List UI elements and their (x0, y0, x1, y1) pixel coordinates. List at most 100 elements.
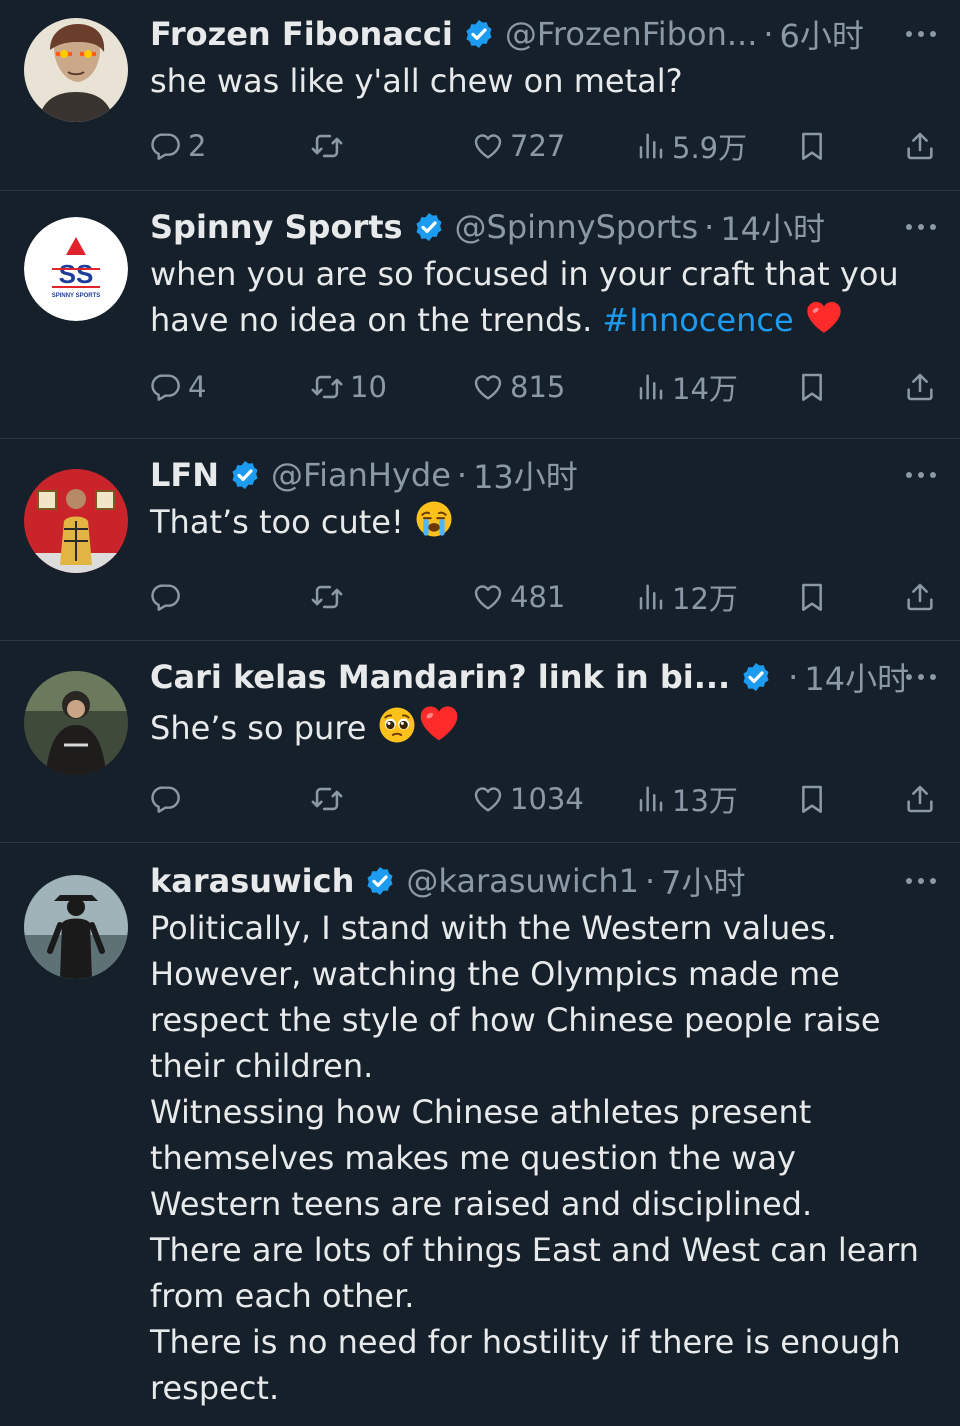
tweet-paragraph: There is no need for hostility if there … (150, 1323, 901, 1407)
reply-icon (150, 371, 182, 403)
retweet-icon (310, 782, 344, 816)
verified-badge-icon (740, 661, 772, 693)
tweet-text: she was like y'all chew on metal? (150, 62, 683, 100)
tweet-header: LFN @FianHyde · 13小时 (150, 453, 936, 497)
retweet-icon (310, 370, 344, 404)
username[interactable]: @FrozenFibon... (505, 15, 758, 53)
timestamp[interactable]: 6小时 (780, 11, 864, 57)
display-name[interactable]: Cari kelas Mandarin? link in bi... (150, 658, 730, 696)
red-heart-emoji (417, 701, 461, 745)
tweet-text: She’s so pure (150, 701, 936, 751)
timestamp[interactable]: 13小时 (473, 452, 578, 498)
verified-badge-icon (229, 459, 261, 491)
verified-badge-icon (364, 865, 396, 897)
tweet-header: Spinny Sports @SpinnySports · 14小时 (150, 205, 936, 249)
avatar[interactable] (24, 469, 128, 573)
bookmark-button[interactable] (796, 779, 828, 819)
retweet-button[interactable]: 10 (310, 367, 387, 407)
share-icon (904, 130, 936, 162)
view-count: 13万 (672, 784, 738, 818)
tweet-actions: 2 727 5.9万 (150, 126, 936, 166)
username[interactable]: @SpinnySports (455, 208, 699, 246)
more-icon[interactable] (906, 655, 936, 699)
bookmark-icon (796, 130, 828, 162)
share-button[interactable] (904, 779, 936, 819)
bookmark-button[interactable] (796, 367, 828, 407)
reply-button[interactable] (150, 577, 188, 617)
timestamp[interactable]: 14小时 (720, 204, 825, 250)
username[interactable]: @FianHyde (271, 456, 451, 494)
username[interactable]: @karasuwich1 (406, 862, 639, 900)
timestamp[interactable]: 7小时 (661, 858, 745, 904)
avatar[interactable] (24, 875, 128, 979)
reply-button[interactable]: 2 (150, 126, 206, 166)
views-button[interactable]: 5.9万 (636, 126, 747, 166)
view-count: 12万 (672, 582, 738, 616)
more-icon[interactable] (906, 859, 936, 903)
retweet-icon (310, 580, 344, 614)
bookmark-icon (796, 581, 828, 613)
avatar[interactable] (24, 671, 128, 775)
more-icon[interactable] (906, 12, 936, 56)
like-button[interactable]: 727 (472, 126, 565, 166)
like-count: 1034 (510, 782, 584, 816)
tweet-paragraph: There are lots of things East and West c… (150, 1231, 919, 1315)
tweet[interactable]: SS SPINNY SPORTS Spinny Sports @SpinnySp… (0, 191, 960, 439)
like-button[interactable]: 481 (472, 577, 565, 617)
logo-text: SS (59, 259, 94, 289)
avatar[interactable]: SS SPINNY SPORTS (24, 217, 128, 321)
reply-button[interactable] (150, 779, 188, 819)
like-button[interactable]: 815 (472, 367, 565, 407)
display-name[interactable]: LFN (150, 456, 219, 494)
tweet-text-main: She’s so pure (150, 709, 367, 747)
pleading-face-emoji (377, 705, 417, 745)
verified-badge-icon (463, 18, 495, 50)
bookmark-button[interactable] (796, 126, 828, 166)
tweet-actions: 4 10 815 14万 (150, 367, 936, 407)
red-heart-emoji (804, 297, 844, 337)
tweet-header: Frozen Fibonacci @FrozenFibon... · 6小时 (150, 12, 936, 56)
more-icon[interactable] (906, 205, 936, 249)
reply-count: 2 (188, 129, 207, 163)
verified-badge-icon (413, 211, 445, 243)
tweet[interactable]: LFN @FianHyde · 13小时 That’s too cute! 48… (0, 439, 960, 641)
reply-icon (150, 783, 182, 815)
tweet[interactable]: karasuwich @karasuwich1 · 7小时 Politicall… (0, 843, 960, 1426)
bookmark-button[interactable] (796, 577, 828, 617)
like-count: 481 (510, 580, 566, 614)
display-name[interactable]: karasuwich (150, 862, 354, 900)
reply-icon (150, 581, 182, 613)
separator-dot: · (456, 456, 468, 494)
retweet-button[interactable] (310, 779, 350, 819)
views-button[interactable]: 14万 (636, 367, 738, 407)
reply-button[interactable]: 4 (150, 367, 206, 407)
retweet-button[interactable] (310, 577, 350, 617)
share-button[interactable] (904, 126, 936, 166)
tweet[interactable]: Cari kelas Mandarin? link in bi... · 14小… (0, 641, 960, 843)
views-button[interactable]: 13万 (636, 779, 738, 819)
avatar[interactable] (24, 18, 128, 122)
separator-dot: · (763, 15, 774, 53)
tweet-text-main: That’s too cute! (150, 503, 404, 541)
retweet-button[interactable] (310, 126, 350, 166)
tweet-actions: 481 12万 (150, 577, 936, 617)
tweet-actions: 1034 13万 (150, 779, 936, 819)
display-name[interactable]: Frozen Fibonacci (150, 15, 453, 53)
views-button[interactable]: 12万 (636, 577, 738, 617)
more-icon[interactable] (906, 453, 936, 497)
share-button[interactable] (904, 367, 936, 407)
share-icon (904, 371, 936, 403)
view-count: 5.9万 (672, 131, 748, 165)
reply-count: 4 (188, 370, 207, 404)
views-icon (636, 131, 666, 161)
like-button[interactable]: 1034 (472, 779, 584, 819)
like-icon (472, 371, 504, 403)
like-icon (472, 783, 504, 815)
display-name[interactable]: Spinny Sports (150, 208, 403, 246)
hashtag-link[interactable]: #Innocence (602, 301, 793, 339)
timestamp[interactable]: 14小时 (804, 654, 909, 700)
share-button[interactable] (904, 577, 936, 617)
tweet-paragraph: Politically, I stand with the Western va… (150, 909, 881, 1085)
tweet[interactable]: Frozen Fibonacci @FrozenFibon... · 6小时 s… (0, 0, 960, 191)
tweet-header: karasuwich @karasuwich1 · 7小时 (150, 859, 936, 903)
